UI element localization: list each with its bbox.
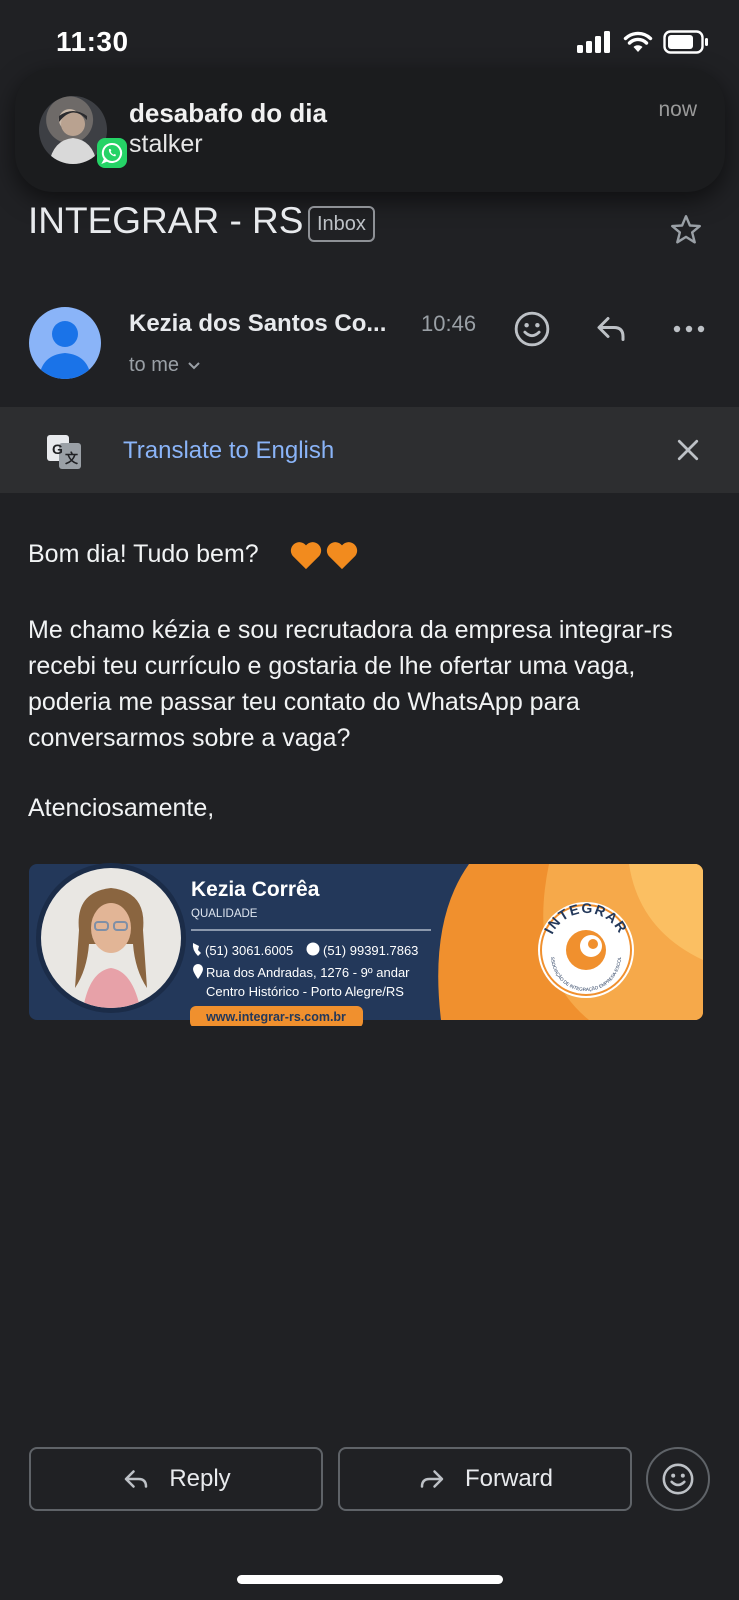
notification-title: desabafo do dia bbox=[129, 98, 327, 128]
reply-label: Reply bbox=[169, 1465, 231, 1492]
signal-icon bbox=[577, 31, 610, 53]
whatsapp-icon bbox=[97, 138, 127, 168]
notification-body: stalker bbox=[129, 130, 203, 158]
smiley-icon bbox=[662, 1463, 694, 1495]
reply-header-button[interactable] bbox=[589, 307, 633, 351]
recipient-label: to me bbox=[129, 354, 180, 376]
signature-website: www.integrar-rs.com.br bbox=[205, 1010, 346, 1024]
svg-text:G: G bbox=[52, 441, 63, 457]
email-greeting: Bom dia! Tudo bem? bbox=[28, 536, 718, 572]
reply-button[interactable]: Reply bbox=[29, 1447, 323, 1511]
notification-time: now bbox=[658, 98, 697, 121]
email-subject: INTEGRAR - RS bbox=[28, 200, 304, 241]
reply-icon bbox=[125, 1470, 148, 1488]
signature-name: Kezia Corrêa bbox=[191, 878, 320, 901]
signature-address-line2: Centro Histórico - Porto Alegre/RS bbox=[206, 984, 404, 999]
status-time: 11:30 bbox=[56, 26, 129, 57]
forward-label: Forward bbox=[464, 1465, 554, 1492]
svg-text:文: 文 bbox=[65, 451, 79, 466]
signature-whatsapp: (51) 99391.7863 bbox=[323, 943, 418, 958]
translate-bar: G 文 Translate to English bbox=[0, 407, 739, 493]
smiley-icon bbox=[514, 311, 550, 347]
email-time: 10:46 bbox=[421, 311, 477, 336]
forward-icon bbox=[420, 1470, 444, 1488]
signature-role: QUALIDADE bbox=[191, 908, 258, 920]
email-paragraph: Me chamo kézia e sou recrutadora da empr… bbox=[28, 616, 673, 752]
orange-heart-icon bbox=[290, 542, 321, 570]
emoji-react-button[interactable] bbox=[646, 1447, 710, 1511]
react-emoji-button[interactable] bbox=[510, 307, 554, 351]
whatsapp-small-icon bbox=[306, 942, 320, 956]
inbox-label[interactable]: Inbox bbox=[308, 206, 375, 242]
signature-address-line1: Rua dos Andradas, 1276 - 9º andar bbox=[206, 965, 410, 980]
more-options-button[interactable] bbox=[667, 307, 711, 351]
greeting-text: Bom dia! Tudo bem? bbox=[28, 540, 259, 568]
close-icon[interactable] bbox=[673, 435, 703, 465]
reply-icon bbox=[597, 317, 625, 341]
chevron-down-icon bbox=[188, 361, 200, 369]
forward-button[interactable]: Forward bbox=[338, 1447, 632, 1511]
email-signature: Kezia Corrêa QUALIDADE (51) 3061.6005 (5… bbox=[27, 856, 703, 1028]
recipient-summary[interactable]: to me bbox=[129, 354, 201, 377]
status-icons bbox=[577, 30, 709, 54]
orange-heart-icon bbox=[326, 542, 357, 570]
translate-link[interactable]: Translate to English bbox=[123, 437, 334, 465]
home-indicator[interactable] bbox=[237, 1575, 503, 1584]
wifi-icon bbox=[623, 31, 653, 52]
sender-avatar[interactable] bbox=[29, 307, 101, 379]
signature-graphic: Kezia Corrêa QUALIDADE (51) 3061.6005 (5… bbox=[27, 856, 703, 1028]
email-closing: Atenciosamente, bbox=[28, 794, 215, 822]
battery-icon bbox=[663, 30, 708, 54]
sender-name[interactable]: Kezia dos Santos Co... bbox=[129, 310, 409, 338]
signature-phone: (51) 3061.6005 bbox=[205, 943, 293, 958]
star-icon[interactable] bbox=[668, 212, 704, 248]
translate-icon: G 文 bbox=[47, 435, 81, 469]
more-horizontal-icon bbox=[673, 325, 705, 333]
notification-banner[interactable]: desabafo do dia stalker now bbox=[15, 68, 725, 192]
